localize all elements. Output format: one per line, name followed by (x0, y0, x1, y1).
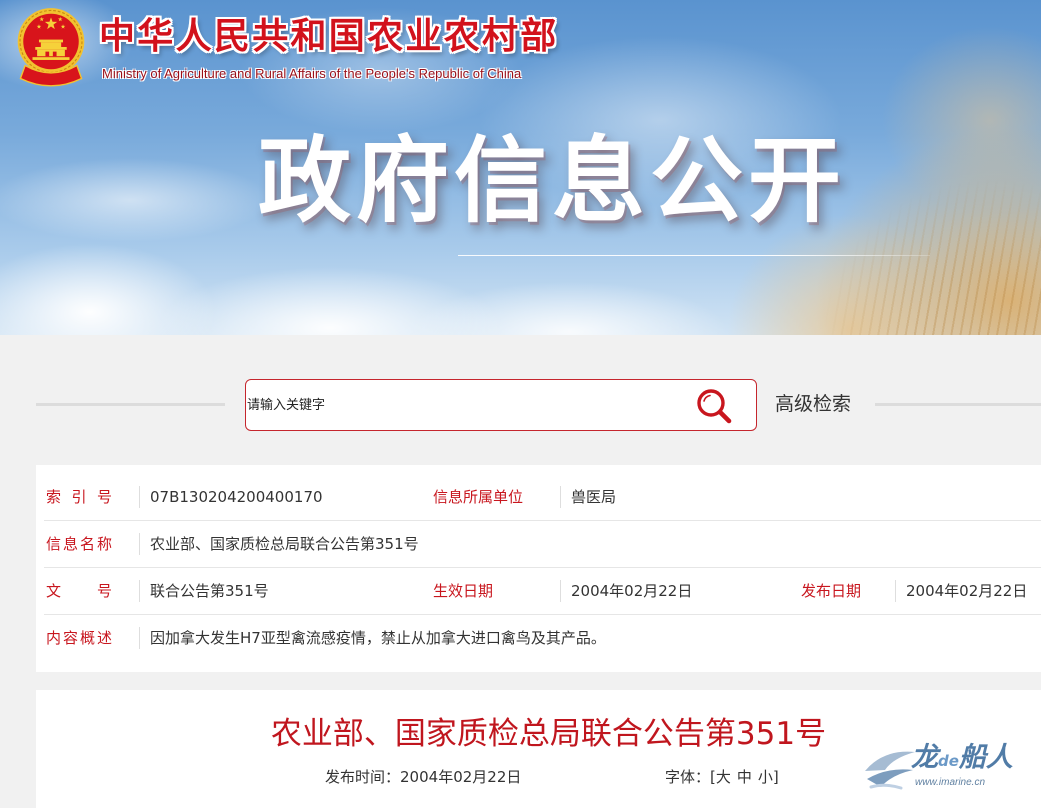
index-number-value: 07B130204200400170 (139, 474, 323, 521)
effective-date-value: 2004年02月22日 (560, 568, 692, 615)
watermark-swoosh-icon (865, 751, 915, 790)
info-row-document: 文 号 联合公告第351号 生效日期 2004年02月22日 发布日期 2004… (36, 568, 1041, 615)
info-row-name: 信息名称 农业部、国家质检总局联合公告第351号 (36, 521, 1041, 568)
font-size-switcher: 字体：[大中小] (665, 768, 779, 786)
national-emblem-icon[interactable] (14, 6, 88, 88)
banner-divider-line (458, 255, 930, 256)
release-date-label: 发布日期 (801, 582, 862, 600)
font-size-medium-button[interactable]: 中 (737, 768, 752, 786)
font-size-small-button[interactable]: 小 (758, 768, 773, 786)
info-row-summary: 内容概述 因加拿大发生H7亚型禽流感疫情，禁止从加拿大进口禽鸟及其产品。 (36, 615, 1041, 662)
effective-date-label: 生效日期 (433, 582, 494, 600)
index-number-label: 索 引 号 (46, 488, 112, 506)
search-divider-left (36, 403, 225, 406)
summary-label: 内容概述 (46, 629, 112, 647)
search-box (245, 379, 757, 431)
owner-unit-value: 兽医局 (560, 474, 616, 521)
font-bracket-open: [ (710, 768, 716, 786)
font-bracket-close: ] (772, 768, 779, 786)
document-number-label: 文 号 (46, 582, 112, 600)
watermark-url: www.imarine.cn (915, 777, 986, 788)
info-row-index: 索 引 号 07B130204200400170 信息所属单位 兽医局 (36, 474, 1041, 521)
publish-time-value: 2004年02月22日 (400, 768, 522, 786)
search-input[interactable] (247, 380, 687, 430)
watermark-brand-part-2: de (938, 752, 959, 770)
info-name-label: 信息名称 (46, 535, 112, 553)
header-banner: 中华人民共和国农业农村部 Ministry of Agriculture and… (0, 0, 1041, 335)
document-number-value: 联合公告第351号 (139, 568, 269, 615)
banner-title: 政府信息公开 (258, 127, 846, 235)
font-size-large-button[interactable]: 大 (716, 768, 731, 786)
search-divider-right (875, 403, 1041, 406)
site-title[interactable]: 中华人民共和国农业农村部 (99, 15, 559, 59)
release-date-value: 2004年02月22日 (895, 568, 1027, 615)
watermark-brand-part-1: 龙 (911, 742, 938, 773)
font-size-label: 字体： (665, 768, 711, 786)
publish-time-label: 发布时间： (325, 768, 401, 786)
owner-unit-label: 信息所属单位 (433, 488, 524, 506)
site-subtitle: Ministry of Agriculture and Rural Affair… (102, 66, 522, 81)
info-name-value: 农业部、国家质检总局联合公告第351号 (139, 521, 419, 568)
watermark-logo: 龙de船人 www.imarine.cn (863, 741, 1025, 799)
search-icon[interactable] (695, 387, 733, 425)
watermark-brand-part-3: 船人 (958, 742, 1013, 773)
watermark-brand: 龙de船人 (911, 741, 1013, 778)
advanced-search-link[interactable]: 高级检索 (775, 391, 851, 417)
summary-value: 因加拿大发生H7亚型禽流感疫情，禁止从加拿大进口禽鸟及其产品。 (139, 615, 606, 662)
publish-time: 发布时间：2004年02月22日 (325, 768, 521, 786)
info-table: 索 引 号 07B130204200400170 信息所属单位 兽医局 信息名称… (36, 465, 1041, 672)
